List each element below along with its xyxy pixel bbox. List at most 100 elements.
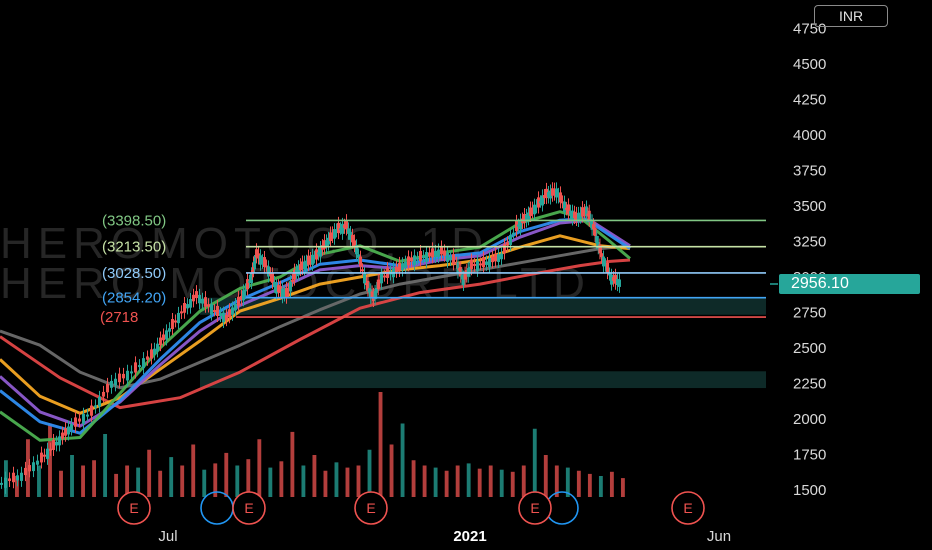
candle-body	[434, 250, 437, 257]
candle-body	[210, 304, 213, 315]
volume-bar	[356, 465, 361, 497]
volume-bar	[444, 470, 449, 497]
candle-body	[425, 251, 428, 262]
candle-body	[150, 349, 153, 359]
candle-body	[204, 297, 207, 307]
candle-body	[246, 279, 249, 290]
x-tick-label: Jul	[158, 528, 177, 545]
price-axis[interactable]: 4750450042504000375035003250300027502500…	[770, 21, 826, 500]
candle-body	[242, 290, 245, 301]
volume-bar	[48, 423, 52, 497]
volume-bar	[532, 428, 537, 497]
candle-body	[482, 257, 485, 268]
candle-body	[78, 418, 81, 422]
candle-body	[559, 192, 562, 203]
candle-body	[162, 334, 165, 341]
volume-bar	[499, 469, 504, 497]
candle-body	[225, 314, 228, 321]
candle-body	[195, 291, 198, 299]
candle-body	[473, 263, 476, 266]
earnings-marker-label: E	[683, 500, 692, 516]
volume-bar	[411, 460, 416, 497]
volume-bar	[455, 465, 460, 497]
candle-body	[512, 232, 515, 235]
candle-body	[363, 273, 366, 284]
candle-body	[177, 312, 180, 324]
volume-bar	[279, 461, 284, 497]
candle-body	[20, 472, 23, 481]
candle-body	[359, 256, 362, 267]
volume-bar	[389, 444, 394, 497]
volume-bar	[70, 455, 74, 497]
candle-body	[311, 254, 314, 265]
candle-body	[271, 273, 274, 283]
volume-bar	[609, 471, 614, 497]
candle-body	[593, 227, 597, 237]
candle-body	[183, 302, 186, 313]
volume-bar	[81, 465, 85, 497]
volume-bar	[147, 449, 152, 497]
candle-body	[345, 220, 348, 230]
candle-body	[64, 428, 67, 436]
candle-body	[55, 441, 58, 446]
candle-body	[479, 263, 482, 266]
currency-selector[interactable]: INR	[814, 5, 888, 27]
volume-bar	[268, 467, 273, 497]
candle-body	[428, 252, 431, 257]
volume-bar	[158, 470, 163, 497]
candle-body	[146, 356, 149, 360]
event-markers[interactable]: EEEEE	[117, 491, 705, 525]
candle-body	[12, 472, 15, 483]
volume-bar	[103, 434, 108, 497]
candle-body	[234, 303, 237, 311]
earnings-marker-label: E	[530, 500, 539, 516]
candle-body	[198, 294, 201, 304]
volume-bar	[510, 471, 515, 497]
volume-bar	[587, 473, 592, 497]
time-axis[interactable]: Jul 2021 Jun	[158, 528, 731, 545]
candle-body	[70, 424, 73, 430]
x-tick-label: 2021	[453, 528, 486, 545]
volume-bar	[367, 449, 372, 497]
candle-body	[361, 269, 364, 272]
volume-bar	[202, 469, 207, 497]
candle-body	[219, 313, 222, 317]
candle-body	[237, 296, 240, 306]
candle-body	[395, 266, 398, 272]
candle-body	[222, 312, 225, 323]
candle-body	[407, 256, 410, 266]
candle-body	[446, 252, 449, 262]
volume-bar	[543, 455, 548, 497]
candle-body	[598, 244, 602, 254]
candle-body	[36, 460, 39, 465]
candle-body	[32, 462, 35, 472]
y-tick-label: 1500	[793, 482, 826, 499]
y-tick-label: 4000	[793, 127, 826, 144]
candle-body	[440, 246, 443, 255]
candle-body	[189, 299, 192, 308]
candle-body	[58, 436, 61, 446]
candle-body	[470, 259, 473, 270]
candle-body	[180, 311, 183, 314]
candle-body	[8, 478, 11, 482]
candle-body	[452, 254, 455, 265]
y-tick-label: 3750	[793, 163, 826, 180]
volume-bar	[323, 470, 328, 497]
level-label-0: (3398.50)	[102, 212, 166, 229]
volume-bar	[378, 392, 383, 497]
candle-body	[153, 348, 156, 355]
volume-bar	[92, 460, 96, 497]
candle-body	[90, 405, 93, 416]
y-tick-label: 3250	[793, 234, 826, 251]
candle-body	[485, 261, 488, 265]
candle-body	[506, 242, 509, 246]
y-tick-label: 1750	[793, 447, 826, 464]
candle-body	[443, 250, 446, 256]
candle-body	[171, 319, 174, 330]
candle-body	[122, 373, 125, 379]
candle-body	[43, 454, 46, 457]
candle-body	[192, 294, 195, 302]
candle-body	[231, 307, 234, 315]
candle-body	[46, 448, 49, 459]
volume-bar	[169, 457, 174, 497]
